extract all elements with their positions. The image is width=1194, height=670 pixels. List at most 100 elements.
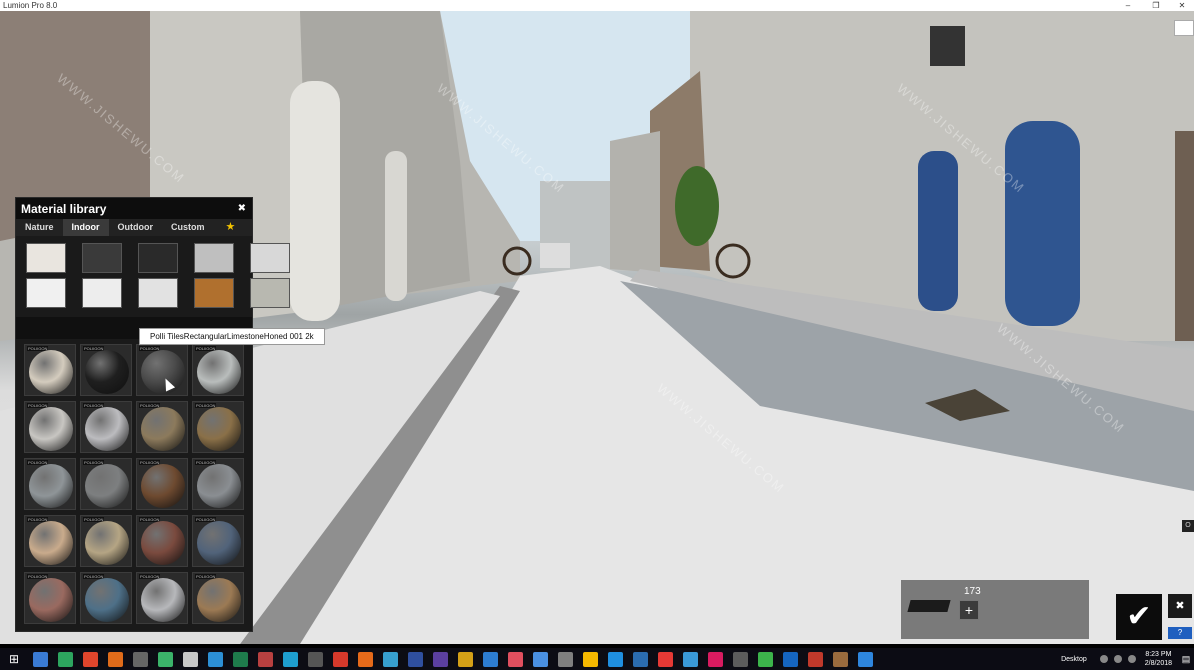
taskbar-app-icon[interactable] xyxy=(183,651,198,667)
add-material-button[interactable]: + xyxy=(959,600,979,620)
material-category-swatch[interactable] xyxy=(194,243,234,273)
taskbar-app-icon[interactable] xyxy=(783,651,798,667)
material-category-swatch[interactable] xyxy=(82,278,122,308)
taskbar-app-icon[interactable] xyxy=(458,651,473,667)
cancel-close-button[interactable]: ✖ xyxy=(1168,594,1192,618)
desktop-toolbar-label[interactable]: Desktop xyxy=(1051,656,1097,663)
viewport-widget[interactable] xyxy=(1174,20,1194,36)
taskbar-app-icon[interactable] xyxy=(808,651,823,667)
material-thumbnail[interactable]: POLIIGON xyxy=(192,401,244,453)
material-thumbnail[interactable]: POLIIGON xyxy=(192,572,244,624)
material-thumbnail[interactable]: POLIIGON xyxy=(80,401,132,453)
taskbar-app-icon[interactable] xyxy=(58,651,73,667)
system-tray: Desktop 8:23 PM 2/8/2018 ▤ xyxy=(1051,648,1194,670)
material-category-swatch[interactable] xyxy=(26,278,66,308)
material-category-swatch[interactable] xyxy=(26,243,66,273)
tab-indoor[interactable]: Indoor xyxy=(62,219,109,236)
help-button[interactable]: ? xyxy=(1168,627,1192,639)
taskbar-app-icon[interactable] xyxy=(433,651,448,667)
material-thumbnail[interactable]: POLIIGON xyxy=(24,401,76,453)
material-sphere xyxy=(29,521,73,565)
material-thumbnail[interactable]: POLIIGON xyxy=(192,515,244,567)
system-clock[interactable]: 8:23 PM 2/8/2018 xyxy=(1139,650,1178,668)
material-thumbnail[interactable]: POLIIGON xyxy=(80,572,132,624)
keyboard-icon[interactable] xyxy=(1127,655,1136,663)
material-category-swatch[interactable] xyxy=(138,278,178,308)
selected-material-swatch[interactable] xyxy=(907,600,951,612)
material-thumbnail[interactable]: POLIIGON xyxy=(192,344,244,396)
taskbar-app-icon[interactable] xyxy=(233,651,248,667)
confirm-checkmark-button[interactable]: ✔ xyxy=(1116,594,1162,640)
taskbar-app-icon[interactable] xyxy=(533,651,548,667)
taskbar-app-icon[interactable] xyxy=(158,651,173,667)
material-library-title: Material library xyxy=(21,201,107,216)
material-thumbnail[interactable]: POLIIGON xyxy=(24,515,76,567)
taskbar-app-icon[interactable] xyxy=(33,651,48,667)
taskbar-app-icon[interactable] xyxy=(358,651,373,667)
material-category-swatch[interactable] xyxy=(138,243,178,273)
taskbar-app-icon[interactable] xyxy=(758,651,773,667)
material-category-swatch[interactable] xyxy=(194,278,234,308)
taskbar-app-icon[interactable] xyxy=(408,651,423,667)
material-thumbnail[interactable]: POLIIGON xyxy=(136,401,188,453)
volume-icon[interactable] xyxy=(1113,655,1122,663)
category-swatch-grid xyxy=(16,236,290,315)
material-category-swatch[interactable] xyxy=(250,278,290,308)
material-thumbnail[interactable]: POLIIGON xyxy=(136,458,188,510)
material-sphere xyxy=(141,521,185,565)
material-thumbnail[interactable]: POLIIGON xyxy=(192,458,244,510)
taskbar-app-icon[interactable] xyxy=(658,651,673,667)
material-thumbnail[interactable]: POLIIGON xyxy=(24,344,76,396)
taskbar-app-icon[interactable] xyxy=(258,651,273,667)
taskbar-app-icon[interactable] xyxy=(733,651,748,667)
material-thumbnail[interactable]: POLIIGON xyxy=(80,458,132,510)
taskbar-app-icon[interactable] xyxy=(858,651,873,667)
tab-nature[interactable]: Nature xyxy=(16,219,63,236)
material-thumbnail[interactable]: POLIIGON xyxy=(24,572,76,624)
windows-taskbar: ⊞ Desktop 8:23 PM 2/8/2018 ▤ xyxy=(0,648,1194,670)
taskbar-app-icon[interactable] xyxy=(308,651,323,667)
taskbar-app-icon[interactable] xyxy=(108,651,123,667)
minimize-button[interactable]: – xyxy=(1118,0,1138,11)
taskbar-app-icon[interactable] xyxy=(83,651,98,667)
material-thumbnail[interactable]: POLIIGON xyxy=(136,515,188,567)
favorites-star-icon[interactable]: ★ xyxy=(214,219,248,236)
material-thumbnail[interactable]: POLIIGON xyxy=(80,344,132,396)
taskbar-app-icon[interactable] xyxy=(833,651,848,667)
material-sphere xyxy=(85,350,129,394)
taskbar-app-icon[interactable] xyxy=(683,651,698,667)
material-sphere xyxy=(197,350,241,394)
taskbar-app-icon[interactable] xyxy=(608,651,623,667)
taskbar-app-icon[interactable] xyxy=(283,651,298,667)
material-category-swatch[interactable] xyxy=(82,243,122,273)
network-icon[interactable] xyxy=(1099,655,1108,663)
notification-icon[interactable]: ▤ xyxy=(1178,654,1194,665)
taskbar-app-icon[interactable] xyxy=(483,651,498,667)
material-thumbnail[interactable]: POLIIGON xyxy=(136,344,188,396)
tab-outdoor[interactable]: Outdoor xyxy=(109,219,163,236)
taskbar-app-icon[interactable] xyxy=(508,651,523,667)
taskbar-app-icon[interactable] xyxy=(708,651,723,667)
clock-time: 8:23 PM xyxy=(1145,651,1172,658)
close-window-button[interactable]: ✕ xyxy=(1172,0,1192,11)
edge-toggle-button[interactable]: O xyxy=(1182,520,1194,532)
material-thumbnail[interactable]: POLIIGON xyxy=(136,572,188,624)
taskbar-app-icon[interactable] xyxy=(333,651,348,667)
material-tabs: Nature Indoor Outdoor Custom ★ xyxy=(16,219,252,236)
close-icon[interactable]: ✖ xyxy=(238,203,246,214)
taskbar-app-icon[interactable] xyxy=(583,651,598,667)
material-category-swatch[interactable] xyxy=(250,243,290,273)
windows-start-icon[interactable]: ⊞ xyxy=(0,648,28,670)
taskbar-app-icon[interactable] xyxy=(208,651,223,667)
restore-button[interactable]: ❐ xyxy=(1146,0,1166,11)
material-sphere xyxy=(141,350,185,394)
taskbar-app-icon[interactable] xyxy=(383,651,398,667)
material-thumbnail[interactable]: POLIIGON xyxy=(80,515,132,567)
material-thumbnail[interactable]: POLIIGON xyxy=(24,458,76,510)
taskbar-app-icon[interactable] xyxy=(633,651,648,667)
tab-custom[interactable]: Custom xyxy=(162,219,214,236)
taskbar-app-icon[interactable] xyxy=(133,651,148,667)
material-sphere xyxy=(29,464,73,508)
material-sphere xyxy=(197,578,241,622)
taskbar-app-icon[interactable] xyxy=(558,651,573,667)
